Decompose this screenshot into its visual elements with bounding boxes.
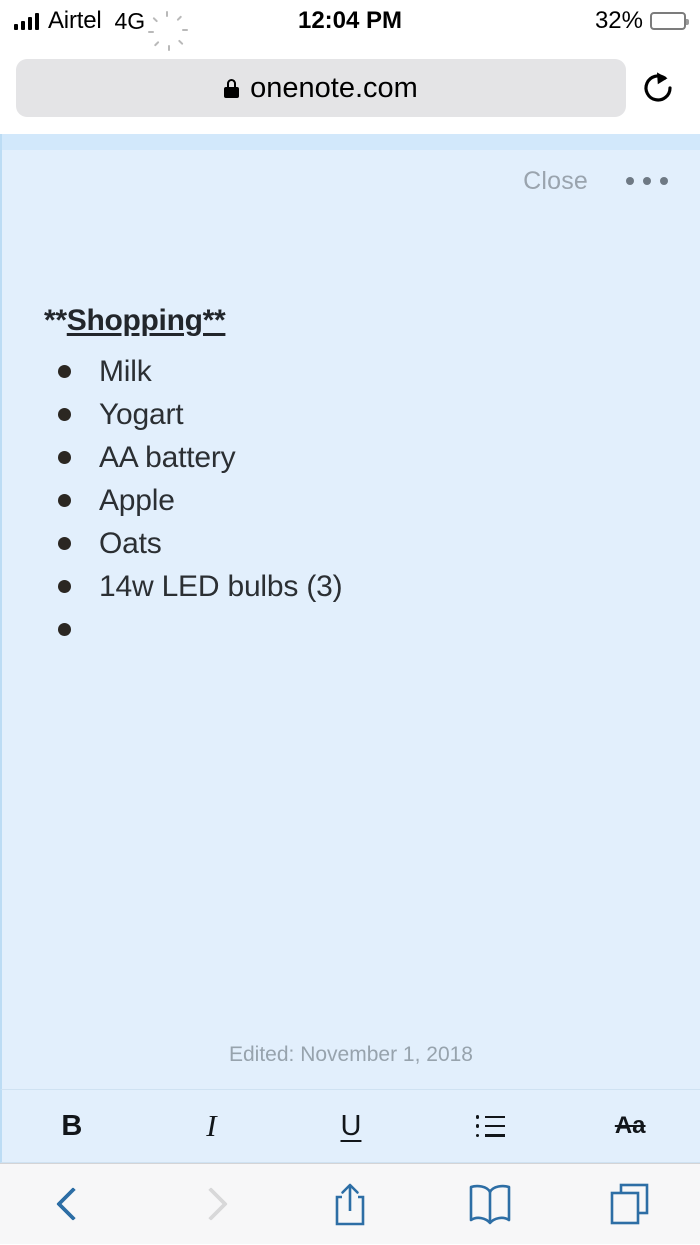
share-icon <box>335 1183 365 1226</box>
list-item-label: Yogart <box>99 397 184 431</box>
status-bar-left: Airtel 4G <box>14 7 189 51</box>
list-item[interactable]: Milk <box>44 350 700 393</box>
book-icon <box>469 1184 511 1225</box>
onenote-page: Close **Shopping** Milk Yogart AA batter… <box>0 134 700 1089</box>
bullet-icon <box>58 580 71 593</box>
note-header: Close <box>2 150 700 212</box>
tabs-icon <box>610 1183 649 1225</box>
back-icon <box>56 1184 90 1224</box>
note-title-main: Shopping** <box>66 304 226 337</box>
list-item-label: 14w LED bulbs (3) <box>99 569 343 603</box>
bullet-icon <box>58 494 71 507</box>
bullet-icon <box>58 537 71 550</box>
note-top-strip <box>2 134 700 150</box>
network-type: 4G <box>114 7 146 34</box>
signal-bars-icon <box>14 12 39 30</box>
forward-icon <box>194 1184 228 1224</box>
underline-label: U <box>340 1109 362 1142</box>
italic-button[interactable]: I <box>142 1090 282 1162</box>
more-options-button[interactable] <box>624 171 670 191</box>
note-title-prefix: ** <box>44 304 67 337</box>
browser-bottom-toolbar <box>0 1163 700 1244</box>
back-button[interactable] <box>0 1184 140 1224</box>
list-item[interactable]: Oats <box>44 522 700 565</box>
bold-label: B <box>61 1109 83 1142</box>
reload-button[interactable] <box>632 69 684 107</box>
font-style-label: Aa <box>614 1112 646 1139</box>
italic-label: I <box>206 1108 217 1143</box>
carrier-name: Airtel <box>48 7 102 34</box>
list-item[interactable]: Yogart <box>44 393 700 436</box>
browser-url-bar: onenote.com <box>0 42 700 134</box>
last-edited-label: Edited: November 1, 2018 <box>229 1043 473 1066</box>
bullet-list-icon <box>475 1115 506 1137</box>
tabs-button[interactable] <box>560 1182 700 1226</box>
list-item-empty[interactable] <box>44 608 700 651</box>
lock-icon <box>224 79 240 98</box>
dot-icon <box>643 177 651 185</box>
list-item[interactable]: 14w LED bulbs (3) <box>44 565 700 608</box>
bullet-icon <box>58 623 71 636</box>
bold-button[interactable]: B <box>2 1090 142 1162</box>
list-item[interactable]: AA battery <box>44 436 700 479</box>
list-item-label: Oats <box>99 526 162 560</box>
note-title: **Shopping** <box>44 304 226 338</box>
status-bar-right: 32% <box>594 7 689 35</box>
bullet-icon <box>58 451 71 464</box>
bookmarks-button[interactable] <box>420 1182 560 1226</box>
list-item-label: AA battery <box>99 440 236 474</box>
font-style-button[interactable]: Aa <box>560 1090 700 1162</box>
bullet-icon <box>58 365 71 378</box>
address-bar[interactable]: onenote.com <box>16 59 626 117</box>
battery-icon <box>650 12 689 30</box>
share-button[interactable] <box>280 1181 420 1227</box>
dot-icon <box>660 177 668 185</box>
url-text: onenote.com <box>250 71 418 104</box>
reload-icon <box>644 72 672 102</box>
list-item-label: Milk <box>99 354 152 388</box>
activity-spinner-icon <box>148 11 189 51</box>
battery-percent-label: 32% <box>594 7 643 34</box>
bullet-icon <box>58 408 71 421</box>
dot-icon <box>626 177 634 185</box>
forward-button[interactable] <box>140 1184 280 1224</box>
note-body[interactable]: **Shopping** Milk Yogart AA battery Appl… <box>2 212 700 651</box>
bullet-list-button[interactable] <box>421 1090 561 1162</box>
close-button[interactable]: Close <box>523 167 588 196</box>
list-item[interactable]: Apple <box>44 479 700 522</box>
format-toolbar: B I U Aa <box>0 1089 700 1163</box>
list-item-label: Apple <box>99 483 175 517</box>
status-bar: Airtel 4G 12:04 PM 32% <box>0 0 700 51</box>
underline-button[interactable]: U <box>281 1090 421 1162</box>
shopping-list: Milk Yogart AA battery Apple Oats 14w LE… <box>44 350 700 651</box>
